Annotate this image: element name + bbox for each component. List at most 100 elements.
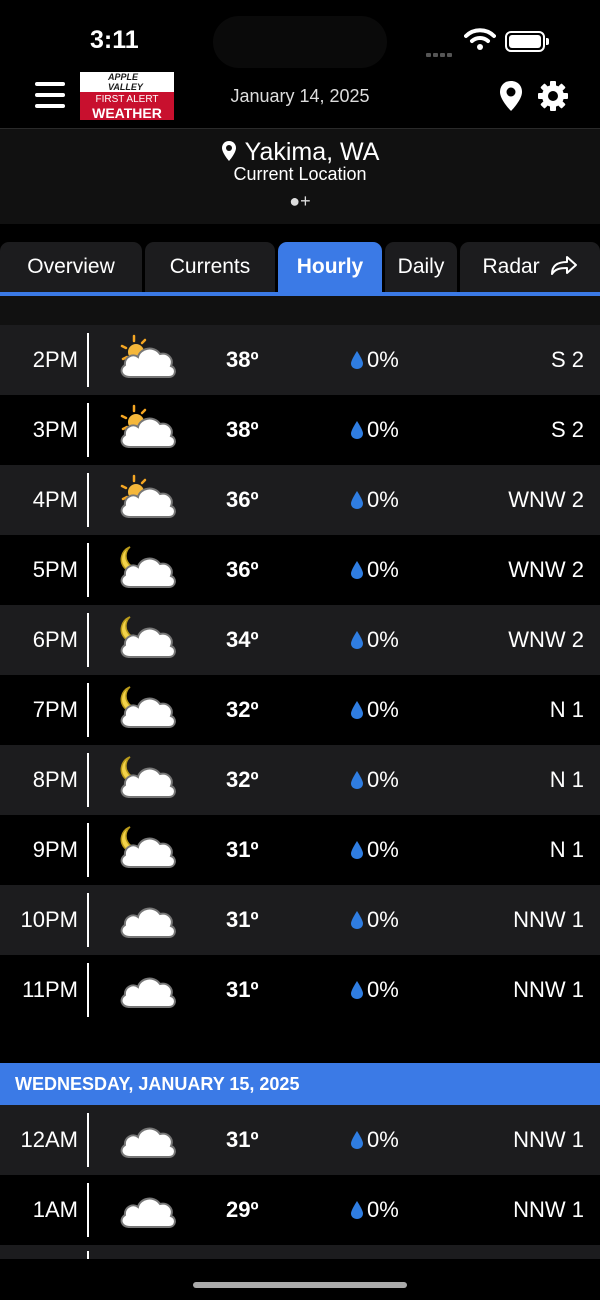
row-wind: WNW 2	[508, 557, 584, 582]
row-divider	[87, 753, 89, 807]
table-row-partial	[0, 1245, 600, 1259]
row-time: 4PM	[32, 487, 78, 512]
raindrop-icon	[351, 701, 363, 719]
row-time: 7PM	[32, 697, 78, 722]
row-precip: 0%	[350, 745, 399, 815]
row-temperature: 29º	[226, 1197, 259, 1222]
row-divider	[87, 1251, 89, 1259]
row-precip-value: 0%	[367, 907, 399, 932]
table-row: 5PM 36º 0% WNW 2	[0, 535, 600, 605]
raindrop-icon	[351, 491, 363, 509]
cloud-icon	[116, 963, 180, 1018]
tab-overview[interactable]: Overview	[0, 242, 142, 292]
moon-cloud-icon	[116, 543, 180, 598]
sun-cloud-icon	[116, 473, 180, 528]
row-temperature: 32º	[226, 767, 259, 792]
row-divider	[87, 823, 89, 877]
raindrop-icon	[351, 911, 363, 929]
row-wind: S 2	[550, 417, 584, 442]
row-precip: 0%	[350, 605, 399, 675]
table-row: 9PM 31º 0% N 1	[0, 815, 600, 885]
row-precip-value: 0%	[367, 487, 399, 512]
raindrop-icon	[351, 841, 363, 859]
row-divider	[87, 1183, 89, 1237]
row-wind: NNW 1	[513, 977, 584, 1002]
tab-hourly[interactable]: Hourly	[278, 242, 382, 292]
sun-cloud-icon	[116, 333, 180, 388]
row-divider	[87, 613, 89, 667]
raindrop-icon	[351, 771, 363, 789]
table-row: 4PM 36º 0% WNW 2	[0, 465, 600, 535]
row-precip: 0%	[350, 815, 399, 885]
table-row: 11PM 31º 0% NNW 1	[0, 955, 600, 1025]
tab-radar[interactable]: Radar	[460, 242, 600, 292]
raindrop-icon	[351, 421, 363, 439]
table-row: 12AM 31º 0% NNW 1	[0, 1105, 600, 1175]
raindrop-icon	[351, 561, 363, 579]
row-precip: 0%	[350, 1175, 399, 1245]
row-precip: 0%	[350, 1105, 399, 1175]
location-subtitle: Current Location	[233, 164, 367, 184]
location-pager[interactable]: ●+	[0, 191, 600, 212]
row-time: 12AM	[20, 1127, 78, 1152]
row-precip-value: 0%	[367, 1127, 399, 1152]
moon-cloud-icon	[116, 683, 180, 738]
row-wind: NNW 1	[513, 1127, 584, 1152]
table-row: 8PM 32º 0% N 1	[0, 745, 600, 815]
tab-bar: Overview Currents Hourly Daily Radar	[0, 242, 600, 296]
row-precip-value: 0%	[367, 417, 399, 442]
moon-cloud-icon	[116, 753, 180, 808]
raindrop-icon	[351, 1131, 363, 1149]
location-marker-icon	[221, 141, 236, 161]
list-day-spacer	[0, 1025, 600, 1063]
table-row: 10PM 31º 0% NNW 1	[0, 885, 600, 955]
row-wind: WNW 2	[508, 627, 584, 652]
row-time: 9PM	[32, 837, 78, 862]
row-precip-value: 0%	[367, 1197, 399, 1222]
row-precip: 0%	[350, 955, 399, 1025]
row-precip: 0%	[350, 395, 399, 465]
home-indicator[interactable]	[193, 1282, 407, 1288]
row-time: 10PM	[20, 907, 78, 932]
cloud-icon	[116, 1113, 180, 1168]
hourly-list[interactable]: 2PM 38º 0% S 2 3PM 38º 0% S 2 4PM 36º 0% WNW 2 5PM 36…	[0, 296, 600, 1259]
tab-daily[interactable]: Daily	[385, 242, 457, 292]
row-temperature: 31º	[226, 1127, 259, 1152]
location-city: Yakima, WA	[244, 138, 380, 166]
battery-icon	[505, 31, 549, 52]
row-divider	[87, 473, 89, 527]
row-time: 6PM	[32, 627, 78, 652]
row-temperature: 31º	[226, 977, 259, 1002]
row-wind: WNW 2	[508, 487, 584, 512]
row-precip: 0%	[350, 325, 399, 395]
settings-gear-icon[interactable]	[537, 80, 569, 112]
list-top-spacer	[0, 296, 600, 325]
row-divider	[87, 403, 89, 457]
location-panel[interactable]: Yakima, WA Current Location ●+	[0, 129, 600, 224]
cloud-icon	[116, 1183, 180, 1238]
row-precip: 0%	[350, 465, 399, 535]
table-row: 1AM 29º 0% NNW 1	[0, 1175, 600, 1245]
cellular-signal-icon	[426, 44, 454, 62]
row-precip-value: 0%	[367, 837, 399, 862]
row-time: 3PM	[32, 417, 78, 442]
row-wind: S 2	[550, 347, 584, 372]
cloud-icon	[116, 893, 180, 948]
row-precip-value: 0%	[367, 767, 399, 792]
row-wind: N 1	[549, 767, 584, 792]
row-temperature: 31º	[226, 837, 259, 862]
row-divider	[87, 893, 89, 947]
location-pin-icon[interactable]	[498, 80, 524, 112]
moon-cloud-icon	[116, 613, 180, 668]
raindrop-icon	[351, 631, 363, 649]
row-time: 1AM	[32, 1197, 78, 1222]
row-time: 11PM	[22, 977, 78, 1002]
sun-cloud-icon	[116, 403, 180, 458]
day-header: WEDNESDAY, JANUARY 15, 2025	[0, 1063, 600, 1105]
row-temperature: 36º	[226, 487, 259, 512]
row-time: 8PM	[32, 767, 78, 792]
row-precip-value: 0%	[367, 557, 399, 582]
tab-currents[interactable]: Currents	[145, 242, 275, 292]
moon-cloud-icon	[116, 823, 180, 878]
table-row: 3PM 38º 0% S 2	[0, 395, 600, 465]
